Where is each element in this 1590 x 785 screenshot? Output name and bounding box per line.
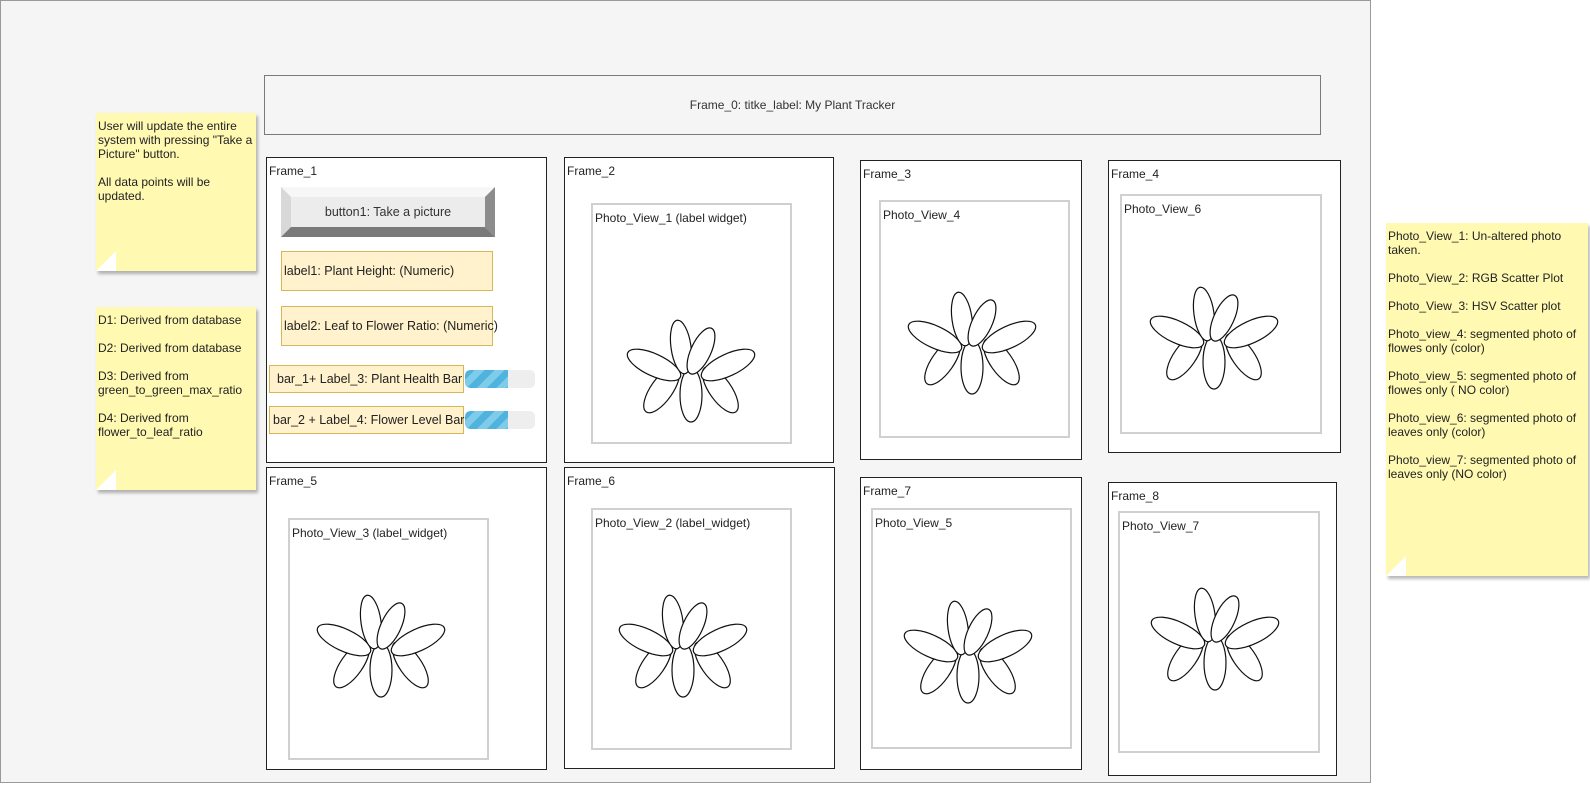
plant-health-text: bar_1+ Label_3: Plant Health Bar	[277, 372, 463, 386]
flower-icon	[618, 593, 748, 698]
note-update-line: All data points will be updated.	[98, 175, 211, 203]
note-photos-line: Photo_View_3: HSV Scatter plot	[1388, 299, 1561, 313]
note-photos-line: Photo_View_1: Un-altered photo taken.	[1388, 229, 1562, 257]
photo-label: Photo_View_3 (label_widget)	[292, 526, 448, 540]
photo-view-1: Photo_View_1 (label widget)	[591, 203, 792, 444]
take-picture-label: button1: Take a picture	[324, 205, 452, 219]
photo-view-4: Photo_View_4	[879, 200, 1070, 438]
title-label: Frame_0: titke_label: My Plant Tracker	[689, 98, 896, 112]
leaf-flower-ratio-label: label2: Leaf to Flower Ratio: (Numeric)	[281, 306, 498, 346]
photo-view-2: Photo_View_2 (label_widget)	[591, 508, 792, 750]
frame-8: Frame_8 Photo_View_7	[1108, 482, 1337, 776]
flower-icon	[316, 593, 446, 698]
note-derived-line: D3: Derived from green_to_green_max_rati…	[98, 369, 243, 397]
frame-label: Frame_4	[1111, 167, 1160, 181]
photo-label: Photo_View_2 (label_widget)	[595, 516, 751, 530]
note-photos-line: Photo_view_4: segmented photo of flowes …	[1388, 327, 1577, 355]
title-frame: Frame_0: titke_label: My Plant Tracker	[264, 75, 1321, 135]
flower-level-bar-fill	[465, 411, 509, 429]
note-derived: D1: Derived from database D2: Derived fr…	[96, 307, 256, 490]
photo-label: Photo_View_6	[1124, 202, 1202, 216]
frame-label: Frame_1	[269, 164, 318, 178]
note-fold	[96, 470, 116, 490]
flower-icon	[1149, 285, 1279, 390]
frame-label: Frame_7	[863, 484, 912, 498]
plant-health-bar	[465, 370, 535, 388]
note-derived-line: D4: Derived from flower_to_leaf_ratio	[98, 411, 203, 439]
photo-label: Photo_View_7	[1122, 519, 1200, 533]
note-photos-line: Photo_view_7: segmented photo of leaves …	[1388, 453, 1577, 481]
photo-view-5: Photo_View_5	[871, 508, 1072, 749]
photo-view-3: Photo_View_3 (label_widget)	[288, 518, 489, 760]
note-fold	[96, 251, 116, 271]
flower-icon	[907, 290, 1037, 395]
frame-label: Frame_6	[567, 474, 616, 488]
plant-height-text: label1: Plant Height: (Numeric)	[284, 264, 455, 278]
note-update: User will update the entire system with …	[96, 113, 256, 271]
flower-icon	[903, 599, 1033, 704]
frame-5: Frame_5 Photo_View_3 (label_widget)	[266, 467, 547, 770]
frame-label: Frame_3	[863, 167, 912, 181]
photo-view-7: Photo_View_7	[1118, 511, 1320, 753]
plant-health-bar-fill	[465, 370, 509, 388]
note-fold	[1386, 556, 1406, 576]
frame-7: Frame_7 Photo_View_5	[860, 477, 1082, 770]
frame-3: Frame_3 Photo_View_4	[860, 160, 1082, 460]
note-photos-line: Photo_View_2: RGB Scatter Plot	[1388, 271, 1564, 285]
frame-2: Frame_2 Photo_View_1 (label widget)	[564, 157, 834, 463]
photo-label: Photo_View_5	[875, 516, 953, 530]
note-derived-line: D2: Derived from database	[98, 341, 242, 355]
note-derived-line: D1: Derived from database	[98, 313, 242, 327]
flower-level-text: bar_2 + Label_4: Flower Level Bar	[273, 413, 465, 427]
flower-icon	[1150, 586, 1280, 691]
flower-level-bar	[465, 411, 535, 429]
photo-label: Photo_View_4	[883, 208, 961, 222]
note-photos-line: Photo_view_6: segmented photo of leaves …	[1388, 411, 1577, 439]
note-update-line: User will update the entire system with …	[98, 119, 253, 161]
flower-icon	[626, 318, 756, 423]
plant-health-label: bar_1+ Label_3: Plant Health Bar	[269, 365, 464, 393]
flower-level-label: bar_2 + Label_4: Flower Level Bar	[269, 406, 464, 434]
frame-4: Frame_4 Photo_View_6	[1108, 160, 1341, 453]
note-photos-line: Photo_view_5: segmented photo of flowes …	[1388, 369, 1577, 397]
frame-label: Frame_5	[269, 474, 318, 488]
leaf-flower-ratio-text: label2: Leaf to Flower Ratio: (Numeric)	[284, 319, 498, 333]
photo-label: Photo_View_1 (label widget)	[595, 211, 747, 225]
note-photos: Photo_View_1: Un-altered photo taken. Ph…	[1386, 223, 1588, 576]
frame-label: Frame_2	[567, 164, 616, 178]
photo-view-6: Photo_View_6	[1120, 194, 1322, 434]
take-picture-button[interactable]: button1: Take a picture	[281, 187, 495, 237]
frame-label: Frame_8	[1111, 489, 1160, 503]
frame-6: Frame_6 Photo_View_2 (label_widget)	[564, 467, 835, 769]
plant-height-label: label1: Plant Height: (Numeric)	[281, 251, 493, 291]
